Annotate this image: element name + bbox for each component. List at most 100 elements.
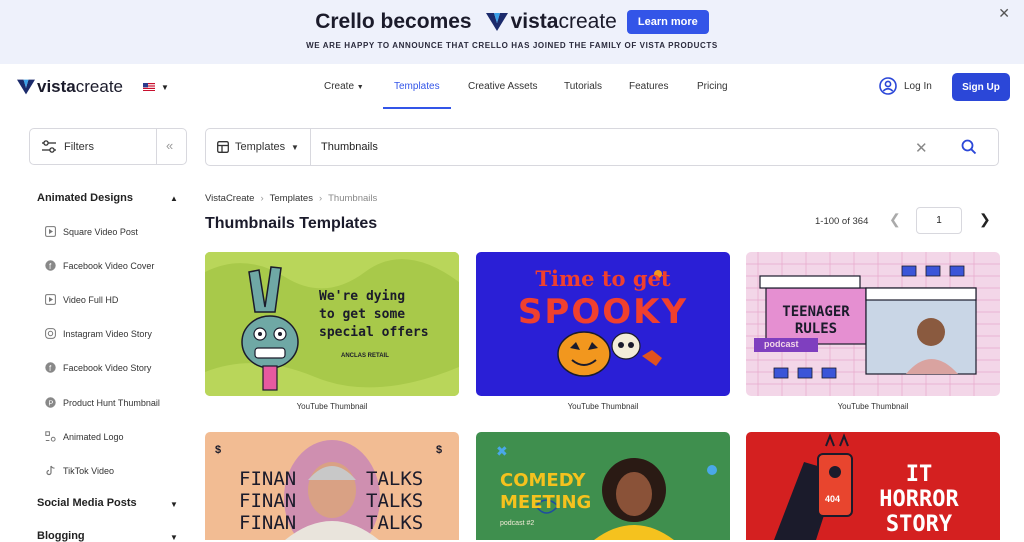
breadcrumb-separator-icon: › — [318, 193, 323, 204]
nav-tutorials[interactable]: Tutorials — [564, 81, 602, 92]
sidebar-item-facebook-video-story[interactable]: f Facebook Video Story — [45, 362, 151, 373]
clear-search-icon[interactable]: ✕ — [915, 139, 928, 157]
card-1-line: to get some — [319, 307, 406, 322]
page-number-input[interactable] — [916, 207, 962, 234]
search-icon[interactable] — [961, 139, 977, 155]
brand-logo[interactable]: vista create — [17, 77, 123, 97]
sidebar-item-square-video-post[interactable]: Square Video Post — [45, 226, 138, 237]
language-caret-icon[interactable]: ▼ — [161, 83, 169, 92]
card-6-line: IT — [905, 462, 933, 487]
card-4-right-words: TALKS TALKS TALKS — [366, 468, 423, 534]
card-1-line: special offers — [319, 325, 429, 340]
category-caret-icon[interactable]: ▼ — [291, 143, 299, 152]
brand-word2: create — [75, 77, 123, 96]
sidebar-item-product-hunt-thumbnail[interactable]: P Product Hunt Thumbnail — [45, 397, 160, 408]
search-category-select[interactable]: Templates — [235, 141, 285, 153]
logo-shape-icon — [45, 431, 56, 442]
banner-logo: vista create — [485, 10, 617, 34]
card-2-line: Time to get — [535, 266, 671, 291]
sidebar-item-video-full-hd[interactable]: Video Full HD — [45, 294, 118, 305]
template-card[interactable]: ✖ COMEDY MEETING podcast #2 — [476, 432, 730, 540]
card-caption[interactable]: YouTube Thumbnail — [205, 402, 459, 411]
card-caption[interactable]: YouTube Thumbnail — [746, 402, 1000, 411]
card-2-line: SPOOKY — [517, 292, 689, 332]
card-6-sub: 404 — [825, 494, 841, 504]
card-4-line: FINAN — [239, 512, 297, 534]
nav-pricing[interactable]: Pricing — [697, 81, 728, 92]
template-card[interactable]: Time to get SPOOKY — [476, 252, 730, 396]
breadcrumb: VistaCreate › Templates › Thumbnails — [205, 193, 377, 204]
sidebar-item-label: Facebook Video Story — [63, 362, 152, 373]
sidebar-item-facebook-video-cover[interactable]: f Facebook Video Cover — [45, 260, 154, 271]
card-4-line: TALKS — [366, 468, 424, 490]
banner-title: Crello becomes — [315, 10, 472, 33]
learn-more-button[interactable]: Learn more — [626, 10, 709, 34]
card-5-line: COMEDY — [500, 470, 586, 491]
vista-logo-icon — [485, 13, 508, 31]
search-bar: Templates ▼ Thumbnails ✕ — [205, 128, 999, 166]
sidebar-item-label: TikTok Video — [63, 465, 115, 476]
card-5-sub: podcast #2 — [500, 520, 535, 527]
card-5-headline: COMEDY MEETING — [500, 470, 591, 514]
card-1-sub: ANCLAS RETAIL — [341, 353, 389, 359]
svg-text:P: P — [48, 399, 53, 408]
caret-down-icon[interactable]: ▼ — [170, 533, 178, 542]
nav-creative-assets[interactable]: Creative Assets — [468, 81, 537, 92]
play-square-icon — [45, 226, 56, 237]
card-3-line: TEENAGER — [782, 304, 850, 320]
vista-logo-icon — [17, 79, 35, 95]
nav-create[interactable]: Create ▼ — [324, 81, 364, 92]
sliders-icon — [42, 140, 56, 153]
sidebar-item-tiktok-video[interactable]: TikTok Video — [45, 465, 114, 476]
sidebar-item-label: Product Hunt Thumbnail — [63, 397, 160, 408]
brand-word1: vista — [37, 77, 76, 96]
card-3-sub: podcast — [764, 339, 799, 349]
banner-logo-word1: vista — [510, 10, 559, 33]
card-6-headline: IT HORROR STORY — [864, 462, 974, 537]
facebook-icon: f — [45, 260, 56, 271]
caret-down-icon[interactable]: ▼ — [170, 500, 178, 509]
caret-up-icon[interactable]: ▲ — [170, 194, 178, 203]
sidebar-item-instagram-video-story[interactable]: Instagram Video Story — [45, 328, 152, 339]
facebook-icon: f — [45, 362, 56, 373]
us-flag-icon[interactable] — [143, 83, 155, 91]
template-card[interactable]: $ $ FINAN FINAN FINAN TALKS TALKS TALKS — [205, 432, 459, 540]
breadcrumb-vistacreate[interactable]: VistaCreate — [205, 193, 254, 204]
announcement-banner: Crello becomes vista create Learn more WE… — [0, 0, 1024, 64]
breadcrumb-templates[interactable]: Templates — [270, 193, 313, 204]
product-hunt-icon: P — [45, 397, 56, 408]
top-navigation: vista create ▼ Create ▼ Templates Creativ… — [0, 64, 1024, 110]
card-4-line: FINAN — [239, 468, 297, 490]
template-card[interactable]: We're dying to get some special offers A… — [205, 252, 459, 396]
nav-active-indicator — [383, 107, 451, 109]
next-page-icon[interactable]: ❯ — [979, 211, 991, 228]
nav-features[interactable]: Features — [629, 81, 668, 92]
login-link[interactable]: Log In — [879, 77, 932, 95]
filters-divider — [156, 129, 157, 164]
template-card[interactable]: 404 IT HORROR STORY — [746, 432, 1000, 540]
search-input[interactable]: Thumbnails — [321, 141, 378, 153]
sidebar-section-animated-designs[interactable]: Animated Designs — [37, 192, 133, 204]
pagination-range: 1-100 of 364 — [815, 216, 869, 227]
sidebar-item-animated-logo[interactable]: Animated Logo — [45, 431, 124, 442]
tiktok-icon — [46, 465, 55, 476]
template-card[interactable]: TEENAGER RULES podcast — [746, 252, 1000, 396]
card-1-headline: We're dying to get some special offers — [319, 288, 429, 342]
close-icon[interactable]: ✕ — [998, 5, 1010, 22]
previous-page-icon[interactable]: ❮ — [889, 211, 901, 228]
sidebar-item-label: Instagram Video Story — [63, 328, 152, 339]
filters-label: Filters — [64, 141, 94, 153]
card-3-headline: TEENAGER RULES — [766, 304, 866, 338]
card-3-line: RULES — [794, 321, 838, 337]
card-caption[interactable]: YouTube Thumbnail — [476, 402, 730, 411]
filters-panel-toggle[interactable]: Filters « — [29, 128, 187, 165]
nav-templates[interactable]: Templates — [394, 81, 440, 92]
card-5-line: MEETING — [500, 492, 592, 513]
signup-button[interactable]: Sign Up — [952, 73, 1010, 101]
sidebar-section-social-media-posts[interactable]: Social Media Posts — [37, 497, 137, 509]
sidebar-section-blogging[interactable]: Blogging — [37, 530, 85, 542]
card-6-line: HORROR — [879, 487, 959, 512]
templates-grid-icon — [217, 141, 229, 153]
collapse-sidebar-icon[interactable]: « — [166, 138, 173, 153]
login-label: Log In — [904, 80, 932, 92]
